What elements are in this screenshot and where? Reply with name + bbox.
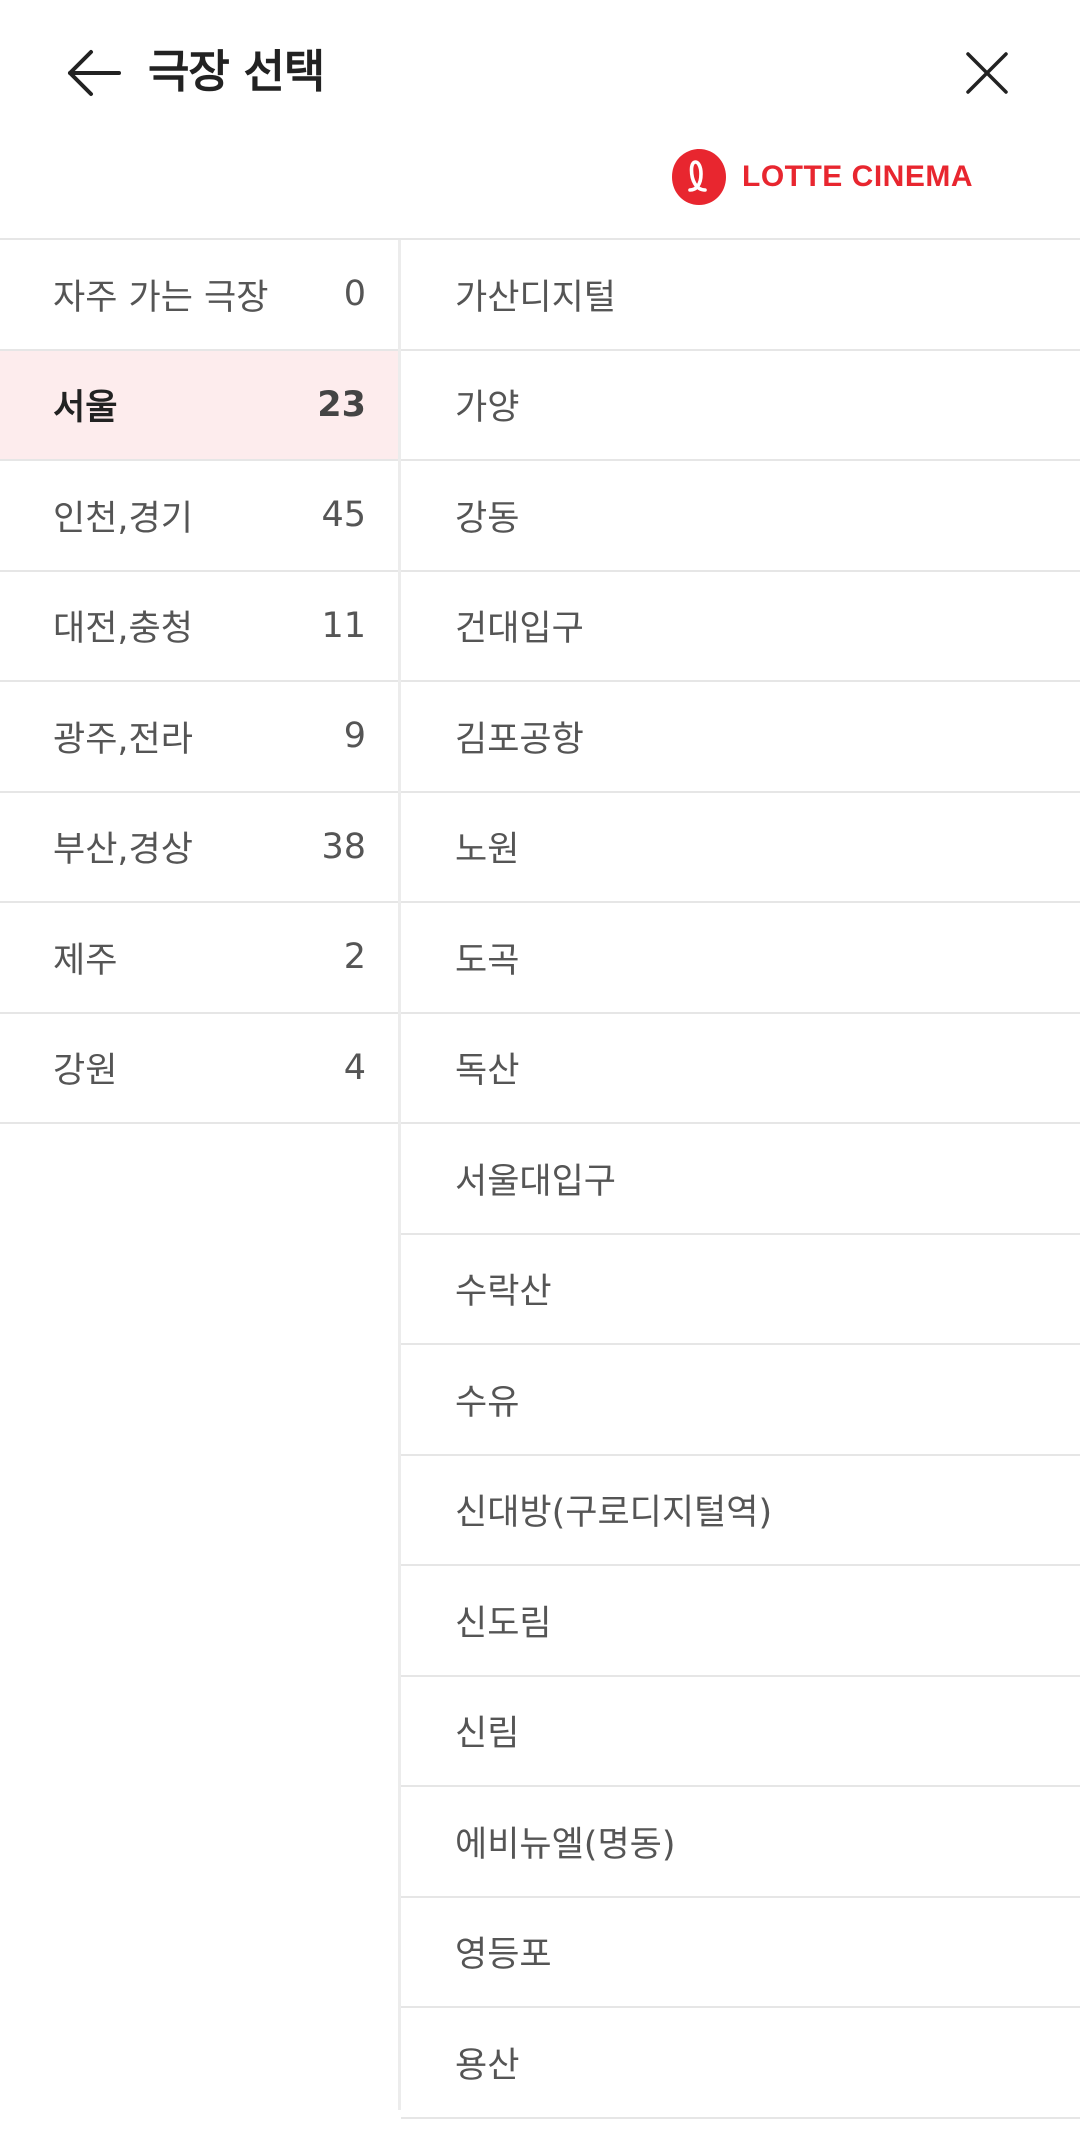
region-label: 제주 bbox=[53, 940, 118, 981]
region-item-jeju[interactable]: 제주 2 bbox=[0, 903, 398, 1014]
theater-item[interactable]: 신대방(구로디지털역) bbox=[401, 1456, 1080, 1566]
theater-item[interactable]: 강동 bbox=[401, 461, 1080, 572]
region-count: 0 bbox=[343, 274, 366, 315]
region-count: 4 bbox=[343, 1047, 366, 1088]
theater-item[interactable]: 신림 bbox=[401, 1677, 1080, 1787]
region-item-seoul[interactable]: 서울 23 bbox=[0, 350, 398, 461]
header: 극장 선택 bbox=[0, 0, 1080, 145]
theater-item[interactable]: 독산 bbox=[401, 1014, 1080, 1124]
logo-text: LOTTE CINEMA bbox=[742, 160, 973, 193]
theater-item[interactable]: 가양 bbox=[401, 351, 1080, 461]
region-count: 2 bbox=[343, 937, 366, 978]
theater-item[interactable]: 김포공항 bbox=[401, 682, 1080, 793]
arrow-left-icon bbox=[68, 50, 121, 96]
close-button[interactable] bbox=[962, 48, 1012, 98]
region-label: 강원 bbox=[53, 1051, 118, 1092]
theater-item[interactable]: 도곡 bbox=[401, 903, 1080, 1014]
lotte-cinema-logo: LOTTE CINEMA bbox=[668, 146, 973, 208]
region-count: 45 bbox=[321, 495, 366, 536]
region-label: 광주,전라 bbox=[53, 719, 193, 760]
theater-item[interactable]: 서울대입구 bbox=[401, 1124, 1080, 1235]
region-count: 23 bbox=[317, 384, 366, 425]
theater-item[interactable]: 에비뉴엘(명동) bbox=[401, 1787, 1080, 1898]
region-label: 부산,경상 bbox=[53, 830, 193, 871]
back-button[interactable] bbox=[66, 48, 122, 98]
theater-item[interactable]: 건대입구 bbox=[401, 572, 1080, 682]
region-label: 자주 가는 극장 bbox=[53, 277, 269, 318]
theater-item[interactable]: 신도림 bbox=[401, 1566, 1080, 1677]
lotte-logo-icon bbox=[672, 149, 726, 205]
region-item-busan-gyeongsang[interactable]: 부산,경상 38 bbox=[0, 793, 398, 903]
close-icon bbox=[966, 52, 1008, 94]
region-label: 서울 bbox=[53, 388, 118, 429]
region-item-daejeon-chungcheong[interactable]: 대전,충청 11 bbox=[0, 572, 398, 682]
theater-item[interactable]: 용산 bbox=[401, 2008, 1080, 2119]
region-count: 11 bbox=[321, 605, 366, 646]
theater-item[interactable]: 노원 bbox=[401, 793, 1080, 903]
theater-item[interactable]: 수락산 bbox=[401, 1235, 1080, 1345]
region-item-incheon-gyeonggi[interactable]: 인천,경기 45 bbox=[0, 461, 398, 572]
region-item-favorites[interactable]: 자주 가는 극장 0 bbox=[0, 240, 398, 351]
theater-list[interactable]: 가산디지털 가양 강동 건대입구 김포공항 노원 도곡 독산 서울대입구 수락산… bbox=[401, 240, 1080, 2119]
page-title: 극장 선택 bbox=[148, 45, 325, 98]
region-item-gwangju-jeolla[interactable]: 광주,전라 9 bbox=[0, 682, 398, 793]
region-list: 자주 가는 극장 0 서울 23 인천,경기 45 대전,충청 11 광주,전라… bbox=[0, 240, 398, 1124]
region-label: 대전,충청 bbox=[53, 609, 193, 650]
region-item-gangwon[interactable]: 강원 4 bbox=[0, 1014, 398, 1124]
theater-item[interactable]: 수유 bbox=[401, 1345, 1080, 1456]
theater-item[interactable]: 영등포 bbox=[401, 1898, 1080, 2008]
region-count: 9 bbox=[343, 716, 366, 757]
region-count: 38 bbox=[321, 826, 366, 867]
theater-item[interactable]: 가산디지털 bbox=[401, 240, 1080, 351]
region-label: 인천,경기 bbox=[53, 498, 193, 539]
